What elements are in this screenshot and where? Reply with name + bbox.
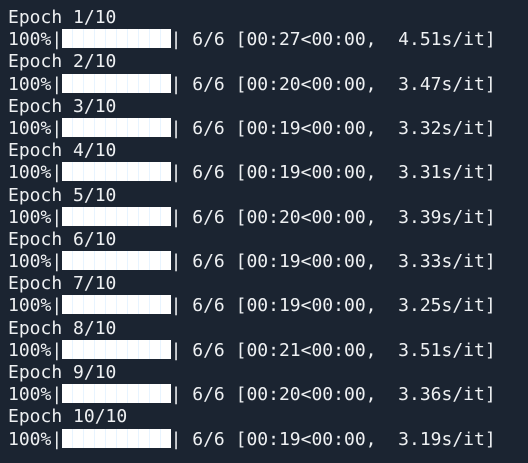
progress-stats: [00:27<00:00, 4.51s/it] — [235, 29, 496, 51]
progress-percent: 100% — [8, 162, 52, 184]
progress-line: 100%| | 6/6 [00:19<00:00, 3.32s/it] — [8, 117, 496, 139]
progress-stats: [00:19<00:00, 3.33s/it] — [235, 251, 496, 273]
progress-percent: 100% — [8, 339, 52, 361]
progress-count: 6/6 — [192, 206, 225, 228]
progress-count: 6/6 — [192, 295, 225, 317]
progress-stats: [00:19<00:00, 3.19s/it] — [235, 428, 496, 450]
progress-stats: [00:21<00:00, 3.51s/it] — [235, 339, 496, 361]
progress-line: 100%| | 6/6 [00:19<00:00, 3.25s/it] — [8, 295, 496, 317]
epoch-label: Epoch 1/10 — [8, 7, 117, 28]
progress-count: 6/6 — [192, 339, 225, 361]
progress-percent: 100% — [8, 206, 52, 228]
epoch-label: Epoch 6/10 — [8, 228, 117, 250]
progress-line: 100%| | 6/6 [00:21<00:00, 3.51s/it] — [8, 339, 496, 361]
epoch-label: Epoch 2/10 — [8, 51, 117, 73]
progress-line: 100%| | 6/6 [00:19<00:00, 3.31s/it] — [8, 162, 496, 184]
progress-stats: [00:20<00:00, 3.47s/it] — [235, 73, 496, 95]
progress-line: 100%| | 6/6 [00:20<00:00, 3.39s/it] — [8, 206, 496, 228]
progress-line: 100%| | 6/6 [00:19<00:00, 3.19s/it] — [8, 428, 496, 450]
progress-percent: 100% — [8, 117, 52, 139]
epoch-label: Epoch 5/10 — [8, 184, 117, 206]
epoch-label: Epoch 7/10 — [8, 273, 117, 295]
progress-line: 100%| | 6/6 [00:20<00:00, 3.47s/it] — [8, 73, 496, 95]
progress-percent: 100% — [8, 73, 52, 95]
progress-stats: [00:20<00:00, 3.36s/it] — [235, 384, 496, 406]
epoch-label: Epoch 10/10 — [8, 406, 128, 428]
progress-bar — [62, 117, 171, 137]
progress-percent: 100% — [8, 251, 52, 273]
progress-bar — [62, 339, 171, 359]
progress-bar — [62, 384, 171, 404]
terminal-output: Epoch 1/10 100%| | 6/6 [00:27<00:00, 4.51s… — [8, 7, 496, 451]
progress-bar — [62, 73, 171, 93]
progress-bar — [62, 162, 171, 182]
progress-percent: 100% — [8, 384, 52, 406]
epoch-label: Epoch 4/10 — [8, 140, 117, 162]
progress-bar — [62, 29, 171, 49]
progress-line: 100%| | 6/6 [00:20<00:00, 3.36s/it] — [8, 384, 496, 406]
progress-percent: 100% — [8, 295, 52, 317]
progress-bar — [62, 428, 171, 448]
epoch-label: Epoch 3/10 — [8, 95, 117, 117]
progress-bar — [62, 206, 171, 226]
progress-stats: [00:19<00:00, 3.32s/it] — [235, 117, 496, 139]
progress-count: 6/6 — [192, 117, 225, 139]
progress-stats: [00:19<00:00, 3.31s/it] — [235, 162, 496, 184]
progress-count: 6/6 — [192, 73, 225, 95]
progress-count: 6/6 — [192, 384, 225, 406]
progress-bar — [62, 295, 171, 315]
progress-count: 6/6 — [192, 428, 225, 450]
progress-count: 6/6 — [192, 162, 225, 184]
epoch-label: Epoch 9/10 — [8, 362, 117, 383]
epoch-label: Epoch 8/10 — [8, 317, 117, 339]
progress-line: 100%| | 6/6 [00:19<00:00, 3.33s/it] — [8, 251, 496, 273]
progress-count: 6/6 — [192, 251, 225, 273]
progress-percent: 100% — [8, 428, 52, 450]
progress-bar — [62, 251, 171, 271]
progress-stats: [00:20<00:00, 3.39s/it] — [235, 206, 496, 228]
progress-count: 6/6 — [192, 29, 225, 51]
progress-stats: [00:19<00:00, 3.25s/it] — [235, 295, 496, 317]
progress-line: 100%| | 6/6 [00:27<00:00, 4.51s/it] — [8, 29, 496, 51]
progress-percent: 100% — [8, 29, 52, 51]
